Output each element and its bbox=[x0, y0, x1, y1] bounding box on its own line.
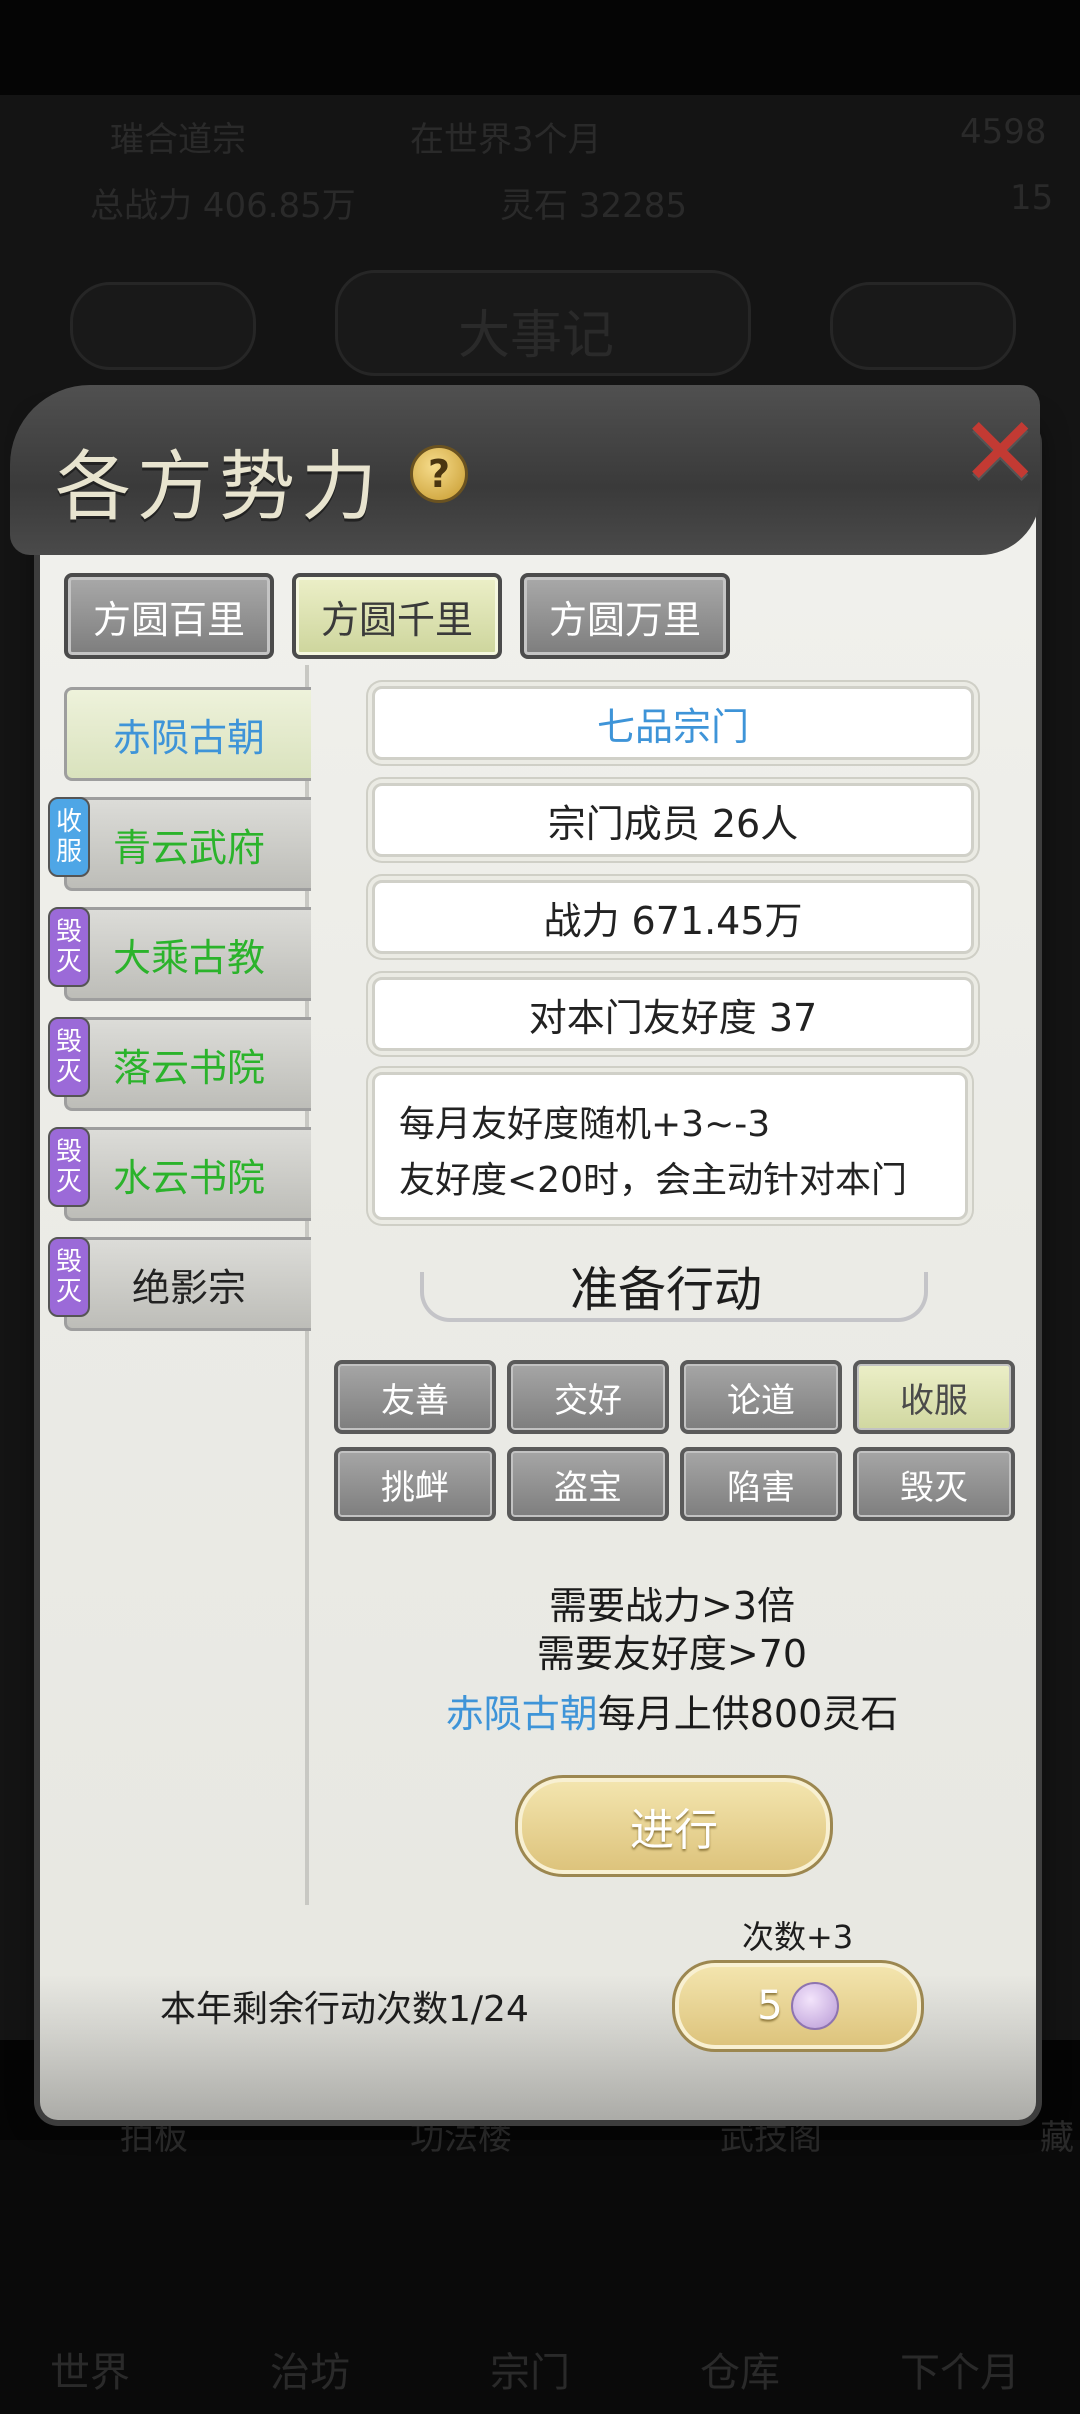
faction-friendship: 对本门友好度 37 bbox=[372, 977, 974, 1051]
bg-chronicle-button: 大事记 bbox=[335, 270, 751, 376]
bg-chronicle-label: 大事记 bbox=[458, 306, 615, 366]
faction-item-shuiyun[interactable]: 水云书院 bbox=[64, 1127, 311, 1221]
bg-top-right: 4598 bbox=[960, 112, 1047, 152]
faction-name: 落云书院 bbox=[112, 1045, 265, 1090]
action-frame-button[interactable]: 陷害 bbox=[680, 1447, 842, 1521]
bg-nav-next-month: 下个月 bbox=[900, 2350, 1020, 2396]
faction-item-qingyun[interactable]: 青云武府 bbox=[64, 797, 311, 891]
status-badge-destroy: 毁灭 bbox=[48, 907, 90, 987]
bg-right-num: 15 bbox=[1010, 178, 1054, 218]
tab-range-100[interactable]: 方圆百里 bbox=[64, 573, 274, 659]
action-debate-button[interactable]: 论道 bbox=[680, 1360, 842, 1434]
tribute-faction: 赤陨古朝 bbox=[445, 1692, 598, 1736]
buy-actions-button[interactable]: 5 bbox=[672, 1960, 924, 2052]
requirement-power: 需要战力>3倍 bbox=[548, 1584, 796, 1628]
desc-line-2: 友好度<20时，会主动针对本门 bbox=[399, 1160, 907, 1201]
requirement-friendship: 需要友好度>70 bbox=[536, 1632, 808, 1676]
faction-name: 绝影宗 bbox=[131, 1265, 246, 1310]
bg-nav-sect: 宗门 bbox=[490, 2350, 570, 2396]
faction-name: 赤陨古朝 bbox=[112, 715, 265, 760]
action-friendly-button[interactable]: 友善 bbox=[334, 1360, 496, 1434]
action-befriend-button[interactable]: 交好 bbox=[507, 1360, 669, 1434]
status-badge-subdue: 收服 bbox=[48, 797, 90, 877]
requirement-tribute: 赤陨古朝每月上供800灵石 bbox=[372, 1683, 972, 1738]
faction-item-luoyun[interactable]: 落云书院 bbox=[64, 1017, 311, 1111]
desc-line-1: 每月友好度随机+3~-3 bbox=[399, 1104, 771, 1145]
bg-stone: 灵石 32285 bbox=[500, 186, 687, 226]
bg-label-4: 藏 bbox=[1040, 2118, 1074, 2158]
faction-name: 大乘古教 bbox=[112, 935, 265, 980]
bg-nav-world: 世界 bbox=[50, 2350, 130, 2396]
tribute-text: 每月上供800灵石 bbox=[597, 1692, 899, 1736]
bg-left-button bbox=[70, 282, 256, 370]
faction-item-dacheng[interactable]: 大乘古教 bbox=[64, 907, 311, 1001]
bg-sect-name: 璀合道宗 bbox=[110, 120, 246, 160]
count-plus-label: 次数+3 bbox=[742, 1918, 854, 1956]
spirit-gem-icon bbox=[790, 1982, 839, 2030]
tab-range-1000[interactable]: 方圆千里 bbox=[292, 573, 502, 659]
action-destroy-button[interactable]: 毁灭 bbox=[853, 1447, 1015, 1521]
faction-power: 战力 671.45万 bbox=[372, 880, 974, 954]
faction-rank: 七品宗门 bbox=[372, 686, 974, 760]
action-provoke-button[interactable]: 挑衅 bbox=[334, 1447, 496, 1521]
status-badge-destroy: 毁灭 bbox=[48, 1127, 90, 1207]
faction-item-jueying[interactable]: 绝影宗 bbox=[64, 1237, 311, 1331]
bg-right-button bbox=[830, 282, 1016, 370]
bg-power: 总战力 406.85万 bbox=[90, 186, 356, 226]
faction-name: 青云武府 bbox=[112, 825, 265, 870]
friendship-description: 每月友好度随机+3~-3 友好度<20时，会主动针对本门 bbox=[372, 1072, 968, 1220]
bg-time: 在世界3个月 bbox=[410, 120, 602, 160]
bg-nav-warehouse: 仓库 bbox=[700, 2350, 780, 2396]
status-badge-destroy: 毁灭 bbox=[48, 1237, 90, 1317]
action-steal-button[interactable]: 盗宝 bbox=[507, 1447, 669, 1521]
close-icon[interactable]: ✕ bbox=[960, 404, 1040, 500]
tab-range-10000[interactable]: 方圆万里 bbox=[520, 573, 730, 659]
action-subdue-button[interactable]: 收服 bbox=[853, 1360, 1015, 1434]
remaining-actions: 本年剩余行动次数1/24 bbox=[160, 1989, 529, 2030]
status-badge-destroy: 毁灭 bbox=[48, 1017, 90, 1097]
panel-title: 各方势力 bbox=[55, 442, 383, 531]
help-icon[interactable]: ? bbox=[410, 445, 468, 503]
cost-value: 5 bbox=[757, 1983, 783, 2029]
faction-name: 水云书院 bbox=[112, 1155, 265, 1200]
actions-title: 准备行动 bbox=[570, 1262, 763, 1318]
faction-item-chiyun[interactable]: 赤陨古朝 bbox=[64, 687, 311, 781]
bg-nav-shop: 治坊 bbox=[270, 2350, 350, 2396]
proceed-button[interactable]: 进行 bbox=[515, 1775, 833, 1877]
faction-members: 宗门成员 26人 bbox=[372, 783, 974, 857]
